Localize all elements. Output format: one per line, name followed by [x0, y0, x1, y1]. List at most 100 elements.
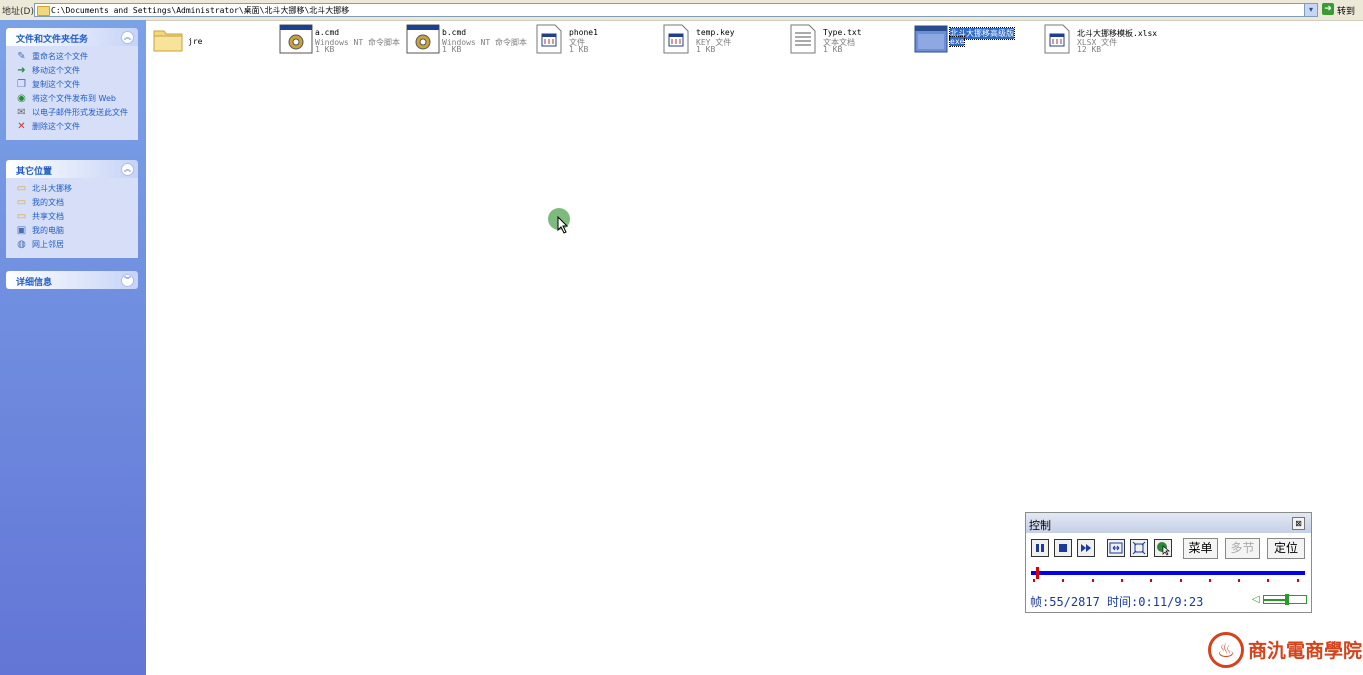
task-item[interactable]: ▭ 我的文档: [6, 196, 138, 210]
task-item[interactable]: ✕ 删除这个文件: [6, 120, 138, 134]
shared-folder-icon: ▭: [16, 211, 27, 222]
file-size: 12 KB: [1077, 45, 1102, 54]
panel-title: 详细信息: [16, 278, 53, 288]
fullscreen-icon: [1132, 541, 1146, 555]
control-titlebar[interactable]: 控制 ⊠: [1026, 513, 1311, 534]
close-icon[interactable]: ⊠: [1292, 517, 1305, 530]
file-item[interactable]: b.cmd Windows NT 命令脚本 1 KB: [406, 23, 528, 59]
file-item[interactable]: jre: [152, 23, 274, 59]
file-item[interactable]: 北斗大挪移高级版 exe: [914, 23, 1036, 59]
other-places-panel: 其它位置 ︽ ▭ 北斗大挪移 ▭ 我的文档 ▭ 共享文档 ▣ 我的电脑 ◍ 网上邻居: [6, 160, 138, 258]
address-label: 地址(D): [2, 7, 34, 17]
task-label: 以电子邮件形式发送此文件: [32, 108, 128, 117]
file-size: 1 KB: [569, 45, 589, 54]
file-name: b.cmd: [442, 28, 467, 37]
task-item[interactable]: ▭ 共享文档: [6, 210, 138, 224]
task-label: 删除这个文件: [32, 122, 80, 131]
go-arrow-icon: ➜: [1322, 3, 1334, 15]
task-item[interactable]: ✉ 以电子邮件形式发送此文件: [6, 106, 138, 120]
task-item[interactable]: ❐ 复制这个文件: [6, 78, 138, 92]
frame-time-readout: 帧:55/2817 时间:0:11/9:23: [1030, 593, 1203, 610]
frame-readout: 帧:55/2817: [1030, 595, 1100, 609]
task-label: 复制这个文件: [32, 80, 80, 89]
address-input[interactable]: C:\Documents and Settings\Administrator\…: [34, 3, 1318, 17]
task-label: 将这个文件发布到 Web: [32, 94, 116, 103]
rename-icon: ✎: [17, 51, 26, 62]
playback-control-window: 控制 ⊠ 菜单 多节 定位 帧:55/2817 时间:0:11/9:23 ◁: [1025, 512, 1312, 613]
file-type: exe: [948, 36, 966, 47]
control-body: 菜单 多节 定位 帧:55/2817 时间:0:11/9:23 ◁: [1026, 533, 1311, 612]
volume-slider[interactable]: [1263, 594, 1307, 605]
chevron-down-icon[interactable]: ▾: [1304, 4, 1317, 16]
time-readout: 时间:0:11/9:23: [1107, 595, 1204, 609]
volume-fill: [1264, 599, 1288, 601]
menu-button[interactable]: 菜单: [1183, 538, 1218, 559]
panel-title: 其它位置: [16, 167, 53, 177]
generic-file-icon: [660, 23, 692, 55]
folder-icon: [37, 6, 50, 16]
file-name: phone1: [569, 28, 598, 37]
collapse-icon[interactable]: ︽: [121, 163, 134, 176]
progress-track[interactable]: [1031, 571, 1305, 575]
generic-file-icon: [1041, 23, 1073, 55]
copy-icon: ❐: [17, 79, 26, 90]
file-name: a.cmd: [315, 28, 340, 37]
file-item[interactable]: a.cmd Windows NT 命令脚本 1 KB: [279, 23, 401, 59]
panel-body: ▭ 北斗大挪移 ▭ 我的文档 ▭ 共享文档 ▣ 我的电脑 ◍ 网上邻居: [6, 178, 138, 258]
network-icon: ◍: [17, 239, 26, 250]
email-icon: ✉: [17, 107, 26, 118]
resize-icon: [1109, 542, 1123, 554]
details-panel: 详细信息 ︾: [6, 271, 138, 289]
task-item[interactable]: ◉ 将这个文件发布到 Web: [6, 92, 138, 106]
web-publish-icon: ◉: [17, 93, 26, 104]
progress-tick: [1296, 579, 1299, 582]
pause-button[interactable]: [1031, 539, 1049, 557]
locate-button[interactable]: 定位: [1267, 538, 1305, 559]
task-item[interactable]: ▭ 北斗大挪移: [6, 182, 138, 196]
task-label: 我的电脑: [32, 226, 64, 235]
fit-window-button[interactable]: [1107, 539, 1125, 557]
generic-file-icon: [533, 23, 565, 55]
file-size: 1 KB: [823, 45, 843, 54]
volume-knob[interactable]: [1285, 594, 1290, 605]
task-item[interactable]: ▣ 我的电脑: [6, 224, 138, 238]
go-button[interactable]: ➜ 转到: [1322, 3, 1362, 17]
task-label: 我的文档: [32, 198, 64, 207]
progress-thumb[interactable]: [1036, 567, 1040, 579]
task-item[interactable]: ◍ 网上邻居: [6, 238, 138, 252]
panel-header[interactable]: 详细信息 ︾: [6, 271, 138, 289]
fast-forward-icon: [1081, 544, 1091, 552]
task-label: 共享文档: [32, 212, 64, 221]
cursor-highlight-button[interactable]: [1154, 539, 1172, 557]
documents-icon: ▭: [16, 197, 27, 208]
cursor-highlight-icon: [1157, 542, 1170, 556]
task-item[interactable]: ➜ 移动这个文件: [6, 64, 138, 78]
text-file-icon: [787, 23, 819, 55]
address-path: C:\Documents and Settings\Administrator\…: [51, 6, 350, 15]
mouse-cursor-icon: [557, 216, 569, 234]
task-label: 北斗大挪移: [32, 184, 72, 193]
file-item[interactable]: temp.key KEY 文件 1 KB: [660, 23, 782, 59]
move-icon: ➜: [17, 65, 26, 76]
cmd-script-icon: [279, 23, 313, 55]
fullscreen-button[interactable]: [1130, 539, 1148, 557]
progress-tick: [1208, 579, 1211, 582]
progress-tick: [1238, 579, 1241, 582]
expand-icon[interactable]: ︾: [121, 274, 134, 287]
speaker-icon[interactable]: ◁: [1252, 594, 1260, 605]
file-item[interactable]: Type.txt 文本文档 1 KB: [787, 23, 909, 59]
file-item[interactable]: phone1 文件 1 KB: [533, 23, 655, 59]
go-label: 转到: [1337, 7, 1356, 17]
panel-header[interactable]: 其它位置 ︽: [6, 160, 138, 178]
task-label: 重命名这个文件: [32, 52, 88, 61]
stop-button[interactable]: [1054, 539, 1072, 557]
stop-icon: [1059, 544, 1067, 552]
collapse-icon[interactable]: ︽: [121, 31, 134, 44]
file-item[interactable]: 北斗大挪移模板.xlsx XLSX 文件 12 KB: [1041, 23, 1163, 59]
file-tasks-panel: 文件和文件夹任务 ︽ ✎ 重命名这个文件 ➜ 移动这个文件 ❐ 复制这个文件 ◉ 将这个文件发…: [6, 28, 138, 140]
multi-section-button[interactable]: 多节: [1225, 538, 1260, 559]
next-button[interactable]: [1077, 539, 1095, 557]
pause-icon: [1036, 544, 1044, 552]
task-item[interactable]: ✎ 重命名这个文件: [6, 50, 138, 64]
panel-header[interactable]: 文件和文件夹任务 ︽: [6, 28, 138, 46]
